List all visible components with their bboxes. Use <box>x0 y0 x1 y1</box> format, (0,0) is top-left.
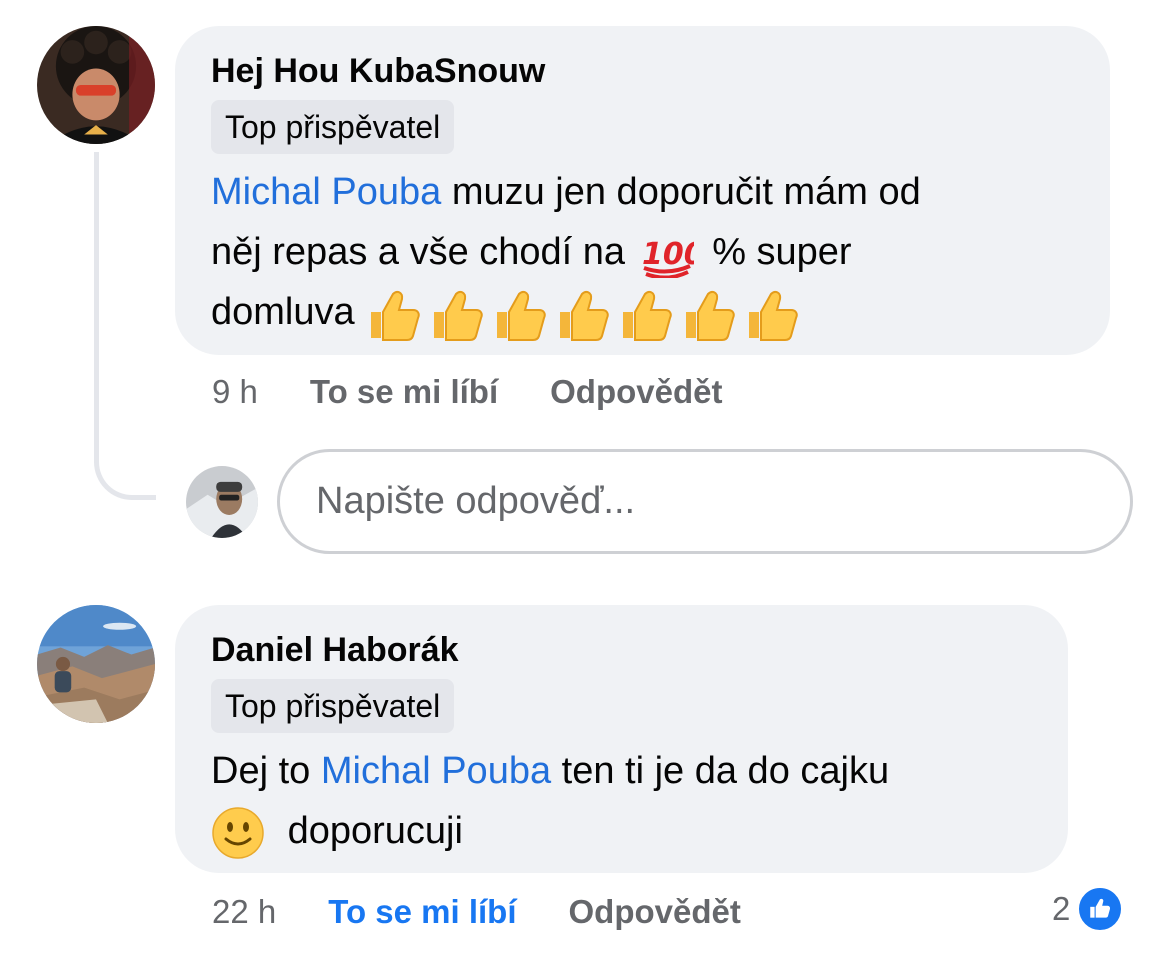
reaction-count[interactable]: 2 <box>1052 885 1125 933</box>
reaction-count-number: 2 <box>1052 890 1071 927</box>
mention-link[interactable]: Michal Pouba <box>211 171 441 213</box>
comment-text-part: něj repas a vše chodí na <box>211 231 626 273</box>
avatar-image <box>37 26 155 144</box>
top-contributor-badge: Top přispěvatel <box>211 679 455 733</box>
top-contributor-badge: Top přispěvatel <box>211 100 455 154</box>
reply-input[interactable] <box>277 449 1133 554</box>
comment-time[interactable]: 9 h <box>212 372 258 412</box>
thumbs-up-icon <box>686 290 735 341</box>
like-icon <box>1076 885 1125 933</box>
comment-author[interactable]: Hej Hou KubaSnouw <box>211 50 1074 92</box>
slightly-smiling-face-icon <box>212 807 264 859</box>
comment-text: Michal Pouba muzu jen doporučit mám od n… <box>211 162 1074 342</box>
mention-link[interactable]: Michal Pouba <box>321 750 551 792</box>
comment-text-part: Dej to <box>211 750 311 792</box>
comment-text-part: ten ti je da do cajku <box>561 750 890 792</box>
comment-bubble: Hej Hou KubaSnouw Top přispěvatel Michal… <box>175 26 1110 355</box>
thread-connector <box>94 152 156 500</box>
comment-text-part: muzu jen doporučit mám od <box>451 171 921 213</box>
like-button[interactable]: To se mi líbí <box>310 372 498 412</box>
thumbs-up-icon <box>560 290 609 341</box>
thumbs-up-icon <box>623 290 672 341</box>
thumbs-up-icon <box>434 290 483 341</box>
comment-bubble: Daniel Haborák Top přispěvatel Dej to Mi… <box>175 605 1068 873</box>
thumbs-up-emojis <box>365 290 806 341</box>
comment-actions: 22 h To se mi líbí Odpovědět <box>212 892 741 932</box>
comment-text-part: % super <box>712 231 852 273</box>
comment-author[interactable]: Daniel Haborák <box>211 629 1032 671</box>
comment-actions: 9 h To se mi líbí Odpovědět <box>212 372 723 412</box>
avatar-image <box>186 466 258 538</box>
comment-text: Dej to Michal Pouba ten ti je da do cajk… <box>211 741 1032 861</box>
comment-text-part: domluva <box>211 291 355 333</box>
reply-button[interactable]: Odpovědět <box>550 372 722 412</box>
thumbs-up-icon <box>371 290 420 341</box>
hundred-points-icon: 100 <box>642 237 694 278</box>
avatar-daniel-haborak[interactable] <box>37 605 155 723</box>
reply-button[interactable]: Odpovědět <box>569 892 741 932</box>
thumbs-up-icon <box>497 290 546 341</box>
comment-text-part: doporucuji <box>287 810 463 852</box>
current-user-avatar <box>186 466 258 538</box>
avatar-hej-hou-kubasnouw[interactable] <box>37 26 155 144</box>
like-button[interactable]: To se mi líbí <box>328 892 516 932</box>
thumbs-up-icon <box>749 290 798 341</box>
comment-time[interactable]: 22 h <box>212 892 276 932</box>
avatar-image <box>37 605 155 723</box>
